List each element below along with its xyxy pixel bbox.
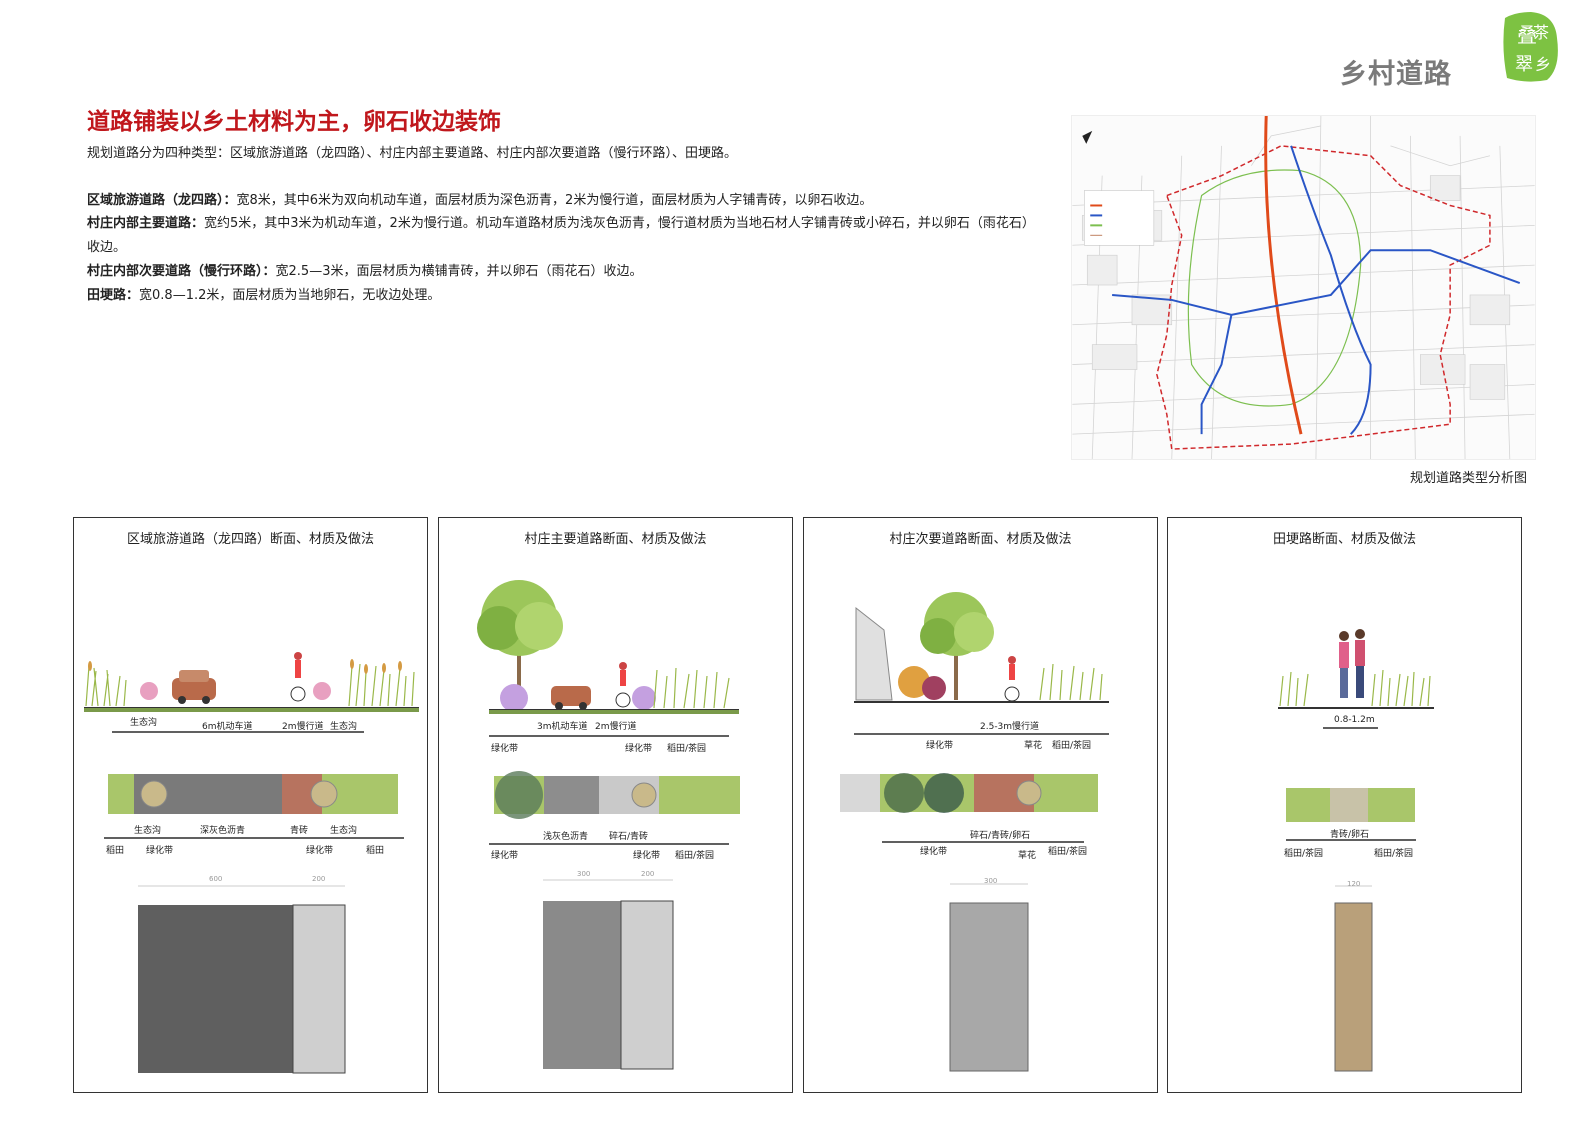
road-type-tourist: 区域旅游道路（龙四路）：宽8米，其中6米为双向机动车道，面层材质为深色沥青，2米…	[87, 193, 873, 208]
headline: 道路铺装以乡土材料为主，卵石收边装饰	[87, 109, 501, 135]
dimension-label: 200	[641, 870, 655, 878]
road-type-main: 村庄内部主要道路：宽约5米，其中3米为机动车道，2米为慢行道。机动车道路材质为浅…	[87, 216, 1035, 255]
label: 稻田/茶园	[1048, 847, 1088, 857]
label: 稻田/茶园	[1052, 741, 1092, 751]
label: 青砖/卵石	[1330, 830, 1370, 840]
map-caption: 规划道路类型分析图	[1410, 471, 1528, 486]
label: 深灰色沥青	[200, 826, 246, 836]
panel-field-path: 田埂路断面、材质及做法 0.8-1.2m 青砖/卵石 稻田/茶园 稻田/茶园 1…	[1167, 517, 1522, 1093]
svg-text:茶: 茶	[1533, 23, 1549, 42]
label: 生态沟	[130, 718, 158, 728]
label: 绿化带	[926, 741, 954, 751]
label: 绿化带	[920, 847, 948, 857]
label: 绿化带	[491, 744, 519, 754]
panel-tourist-road: 区域旅游道路（龙四路）断面、材质及做法 生态沟 6m机动车道 2m慢行道 生态沟…	[73, 517, 428, 1093]
label: 稻田	[106, 846, 125, 856]
label: 2m慢行道	[282, 722, 324, 732]
label: 绿化带	[633, 851, 661, 861]
dimension-lines	[489, 735, 740, 1070]
label: 绿化带	[306, 846, 334, 856]
svg-text:乡: 乡	[1535, 55, 1551, 74]
panel-secondary-road: 村庄次要道路断面、材质及做法 2.5-3m慢行道 绿化带 草花 稻田/茶园 碎石…	[803, 517, 1158, 1093]
label: 稻田/茶园	[667, 744, 707, 754]
label: 生态沟	[330, 722, 358, 732]
label: 2m慢行道	[595, 722, 637, 732]
road-type-secondary: 村庄内部次要道路（慢行环路）：宽2.5—3米，面层材质为横铺青砖，并以卵石（雨花…	[87, 264, 643, 279]
label: 碎石/青砖	[609, 832, 649, 842]
label: 草花	[1024, 741, 1043, 751]
label: 3m机动车道	[537, 722, 588, 732]
label: 绿化带	[491, 851, 519, 861]
label: 0.8-1.2m	[1334, 715, 1375, 725]
dimension-lines	[1286, 727, 1416, 1072]
dimension-label: 120	[1347, 880, 1361, 888]
svg-text:翠: 翠	[1515, 54, 1533, 75]
page-title: 乡村道路	[1340, 59, 1452, 90]
label: 6m机动车道	[202, 722, 253, 732]
label: 稻田/茶园	[1284, 849, 1324, 859]
dimension-label: 600	[209, 875, 223, 883]
logo: 叠 茶 翠 乡	[1503, 12, 1558, 82]
label: 生态沟	[330, 826, 358, 836]
label: 碎石/青砖/卵石	[970, 831, 1031, 841]
label: 稻田/茶园	[675, 851, 715, 861]
dimension-lines	[840, 733, 1109, 1072]
label: 绿化带	[625, 744, 653, 754]
dimension-lines	[104, 731, 404, 1074]
label: 2.5-3m慢行道	[980, 722, 1040, 732]
road-plan-map	[1071, 115, 1536, 460]
label: 生态沟	[134, 826, 162, 836]
dimension-label: 300	[577, 870, 591, 878]
intro-text: 规划道路分为四种类型：区域旅游道路（龙四路）、村庄内部主要道路、村庄内部次要道路…	[87, 146, 738, 161]
dimension-label: 300	[984, 877, 998, 885]
label: 稻田	[366, 846, 385, 856]
label: 绿化带	[146, 846, 174, 856]
label: 浅灰色沥青	[543, 832, 589, 842]
road-type-field: 田埂路：宽0.8—1.2米，面层材质为当地卵石，无收边处理。	[87, 288, 441, 303]
label: 稻田/茶园	[1374, 849, 1414, 859]
panel-main-road: 村庄主要道路断面、材质及做法 3m机动车道 2m慢行道 绿化带 绿化带 稻田/茶…	[438, 517, 793, 1093]
dimension-label: 200	[312, 875, 326, 883]
label: 草花	[1018, 851, 1037, 861]
label: 青砖	[290, 826, 309, 836]
